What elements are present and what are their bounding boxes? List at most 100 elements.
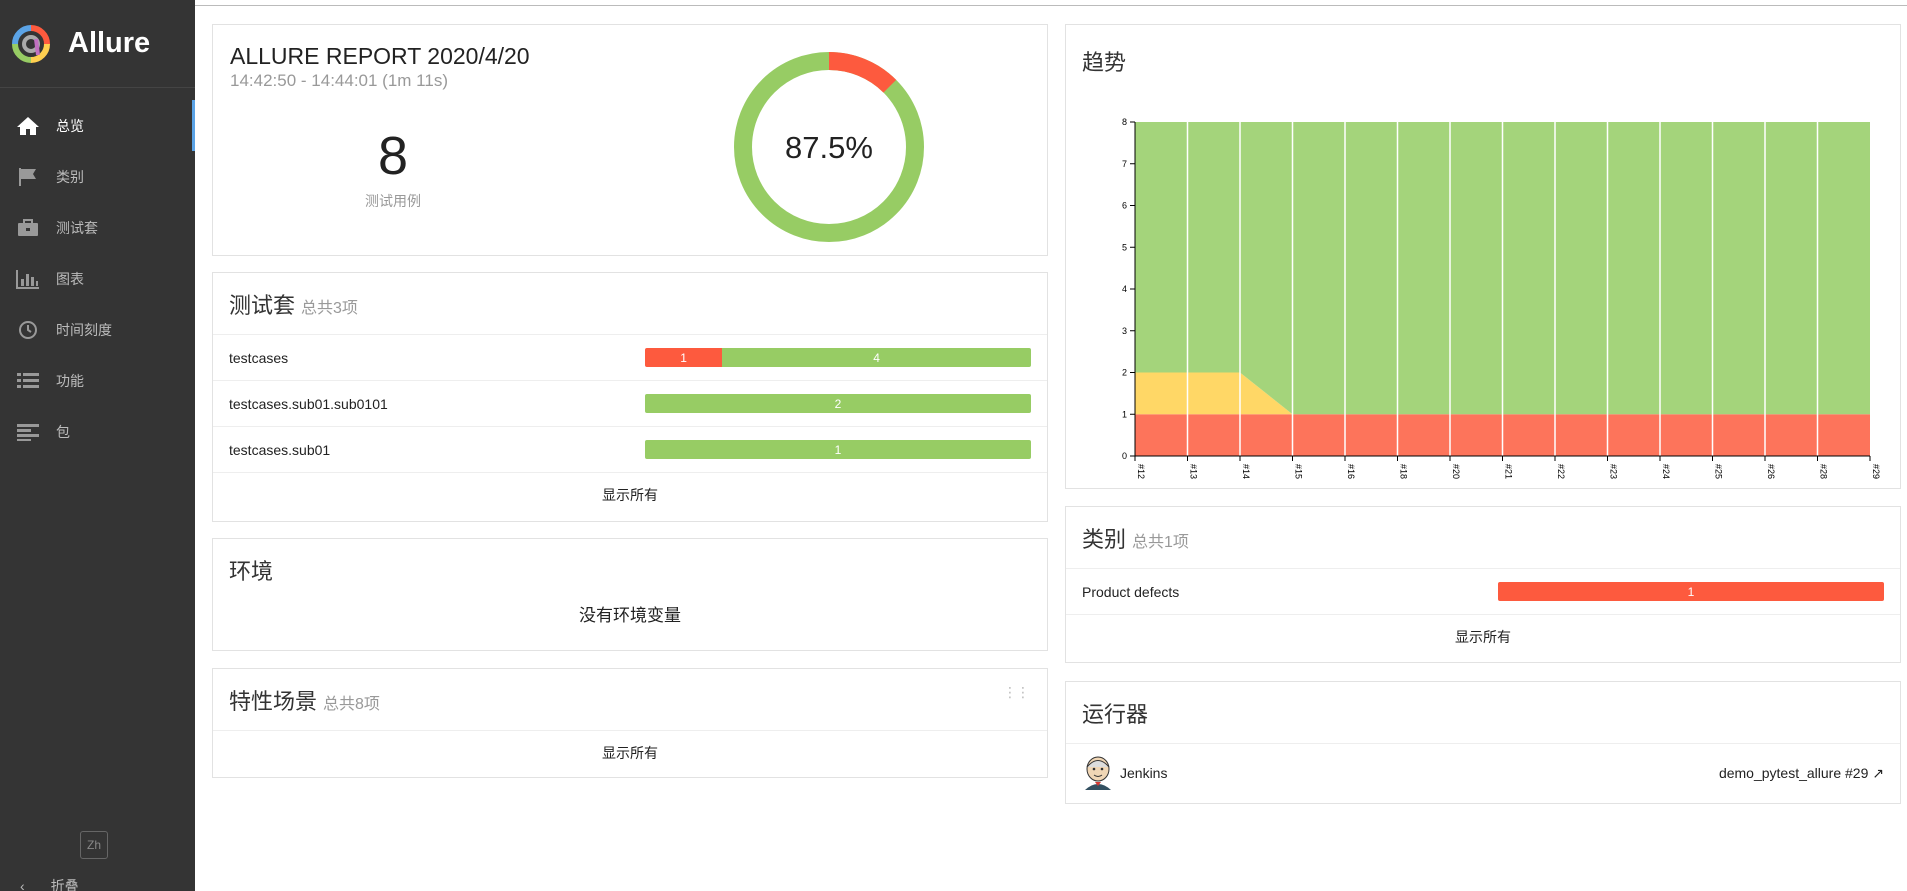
- testcase-count-label: 测试用例: [365, 193, 421, 209]
- sidebar-nav: 总览 类别 测试套 图表 时间刻度 功能 包: [0, 100, 195, 457]
- drag-handle-icon[interactable]: ⋮⋮: [1003, 684, 1030, 701]
- suite-status-bar: 1: [645, 440, 1031, 459]
- category-status-bar: 1: [1498, 582, 1884, 601]
- trend-widget: 趋势 0 1 2 3 4 5 6 7 8 #12 #13 #14 #15 #16 #18 #20 #21 #22 #…: [1065, 24, 1901, 489]
- trend-x-tick-label: #13: [1189, 464, 1199, 479]
- sidebar-item-timeline[interactable]: 时间刻度: [0, 304, 195, 355]
- trend-title: 趋势: [1082, 50, 1127, 75]
- categories-widget: 类别 总共1项 Product defects 1 显示所有: [1065, 506, 1901, 663]
- collapse-label: 折叠: [50, 878, 79, 891]
- language-button[interactable]: Zh: [80, 831, 108, 859]
- success-rate-donut: 87.5%: [734, 52, 924, 242]
- trend-x-tick-label: #15: [1294, 464, 1304, 479]
- features-title: 特性场景: [229, 688, 318, 714]
- bar-chart-icon: [16, 269, 39, 289]
- categories-header: 类别 总共1项: [1066, 507, 1900, 569]
- sidebar-item-overview[interactable]: 总览: [0, 100, 195, 151]
- trend-y-tick-label: 7: [1122, 159, 1127, 169]
- trend-x-tick-label: #18: [1399, 464, 1409, 479]
- features-count: 总共8项: [323, 695, 380, 713]
- environment-widget: 环境 没有环境变量: [212, 538, 1048, 651]
- sidebar-item-label: 功能: [56, 372, 84, 389]
- suite-name: testcases: [229, 349, 289, 366]
- suites-show-all-link[interactable]: 显示所有: [213, 473, 1047, 518]
- suite-row[interactable]: testcases.sub01.sub0101 2: [213, 381, 1047, 427]
- trend-x-tick-label: #26: [1766, 464, 1776, 479]
- executors-widget: 运行器 Jenkins demo_pytest_allure #29 ↗: [1065, 681, 1901, 804]
- suites-widget: 测试套 总共3项 testcases 1 4 testcases.sub01.sub0…: [212, 272, 1048, 522]
- trend-y-tick-label: 6: [1122, 201, 1127, 211]
- logo[interactable]: Allure: [0, 0, 195, 88]
- allure-logo-icon: [12, 24, 50, 63]
- executors-title: 运行器: [1066, 682, 1900, 744]
- top-divider: [195, 0, 1907, 6]
- suites-title: 测试套: [229, 292, 296, 318]
- trend-chart: 0 1 2 3 4 5 6 7 8 #12 #13 #14 #15 #16 #18 #20 #21 #22 #23 #…: [1122, 117, 1881, 479]
- environment-title: 环境: [229, 559, 274, 584]
- chevron-left-icon: ‹: [20, 878, 25, 891]
- suite-status-bar: 14: [645, 348, 1031, 367]
- align-left-icon: [17, 423, 39, 441]
- list-icon: [17, 372, 39, 388]
- category-name: Product defects: [1082, 583, 1180, 600]
- external-link-icon: ↗: [1872, 764, 1884, 781]
- suites-list: testcases 1 4 testcases.sub01.sub0101 2 testc…: [213, 335, 1047, 473]
- trend-x-tick-label: #25: [1714, 464, 1724, 479]
- suite-passed-segment: 4: [722, 348, 1031, 367]
- trend-y-tick-label: 5: [1122, 242, 1127, 252]
- trend-y-tick-label: 0: [1122, 451, 1127, 461]
- build-link[interactable]: demo_pytest_allure #29 ↗: [1719, 765, 1884, 782]
- flag-icon: [19, 167, 36, 186]
- suites-count: 总共3项: [301, 299, 358, 317]
- categories-title: 类别: [1082, 526, 1127, 552]
- jenkins-icon: [1085, 756, 1111, 790]
- sidebar-item-label: 类别: [56, 168, 84, 185]
- sidebar-item-behaviors[interactable]: 功能: [0, 355, 195, 406]
- home-icon: [17, 116, 39, 135]
- trend-x-tick-label: #28: [1819, 464, 1829, 479]
- report-time: 14:42:50 - 14:44:01 (1m 11s): [230, 71, 448, 90]
- trend-x-tick-label: #20: [1451, 464, 1461, 479]
- suite-status-bar: 2: [645, 394, 1031, 413]
- sidebar-item-label: 总览: [56, 117, 84, 134]
- trend-x-tick-label: #12: [1136, 464, 1146, 479]
- sidebar-item-label: 图表: [56, 270, 84, 287]
- features-show-all-link[interactable]: 显示所有: [213, 731, 1047, 776]
- summary-widget: ALLURE REPORT 2020/4/20 14:42:50 - 14:44…: [212, 24, 1048, 256]
- app-name: Allure: [68, 27, 151, 59]
- features-header: 特性场景 总共8项: [213, 669, 1047, 731]
- category-row[interactable]: Product defects 1: [1066, 569, 1900, 615]
- trend-x-tick-label: #29: [1871, 464, 1881, 479]
- build-link-label: demo_pytest_allure #29: [1718, 764, 1869, 781]
- testcase-count: 8: [377, 126, 409, 186]
- sidebar-item-label: 时间刻度: [56, 321, 112, 338]
- collapse-button[interactable]: ‹ 折叠: [20, 876, 79, 891]
- sidebar-item-packages[interactable]: 包: [0, 406, 195, 457]
- categories-count: 总共1项: [1132, 533, 1189, 551]
- suite-name: testcases.sub01: [229, 441, 331, 458]
- suite-row[interactable]: testcases.sub01 1: [213, 427, 1047, 473]
- sidebar-item-suites[interactable]: 测试套: [0, 202, 195, 253]
- suites-header: 测试套 总共3项: [213, 273, 1047, 335]
- executor-name: Jenkins: [1120, 765, 1168, 781]
- suite-row[interactable]: testcases 1 4: [213, 335, 1047, 381]
- categories-show-all-link[interactable]: 显示所有: [1066, 615, 1900, 660]
- trend-y-tick-label: 1: [1122, 409, 1127, 419]
- sidebar-item-categories[interactable]: 类别: [0, 151, 195, 202]
- trend-y-tick-label: 2: [1122, 368, 1127, 378]
- category-failed-segment: 1: [1498, 582, 1884, 601]
- clock-icon: [19, 320, 37, 339]
- trend-y-tick-label: 3: [1122, 326, 1127, 336]
- sidebar-item-label: 包: [56, 423, 70, 440]
- trend-y-tick-label: 8: [1122, 117, 1127, 127]
- trend-x-tick-label: #22: [1556, 464, 1566, 479]
- executor-row: Jenkins demo_pytest_allure #29 ↗: [1066, 744, 1900, 802]
- trend-x-tick-label: #23: [1609, 464, 1619, 479]
- features-widget: 特性场景 总共8项 ⋮⋮ 显示所有: [212, 668, 1048, 778]
- trend-x-tick-label: #14: [1241, 464, 1251, 479]
- trend-x-tick-label: #24: [1661, 464, 1671, 479]
- suite-name: testcases.sub01.sub0101: [229, 395, 388, 412]
- sidebar-item-graphs[interactable]: 图表: [0, 253, 195, 304]
- trend-y-tick-label: 4: [1122, 284, 1127, 294]
- trend-x-tick-label: #16: [1346, 464, 1356, 479]
